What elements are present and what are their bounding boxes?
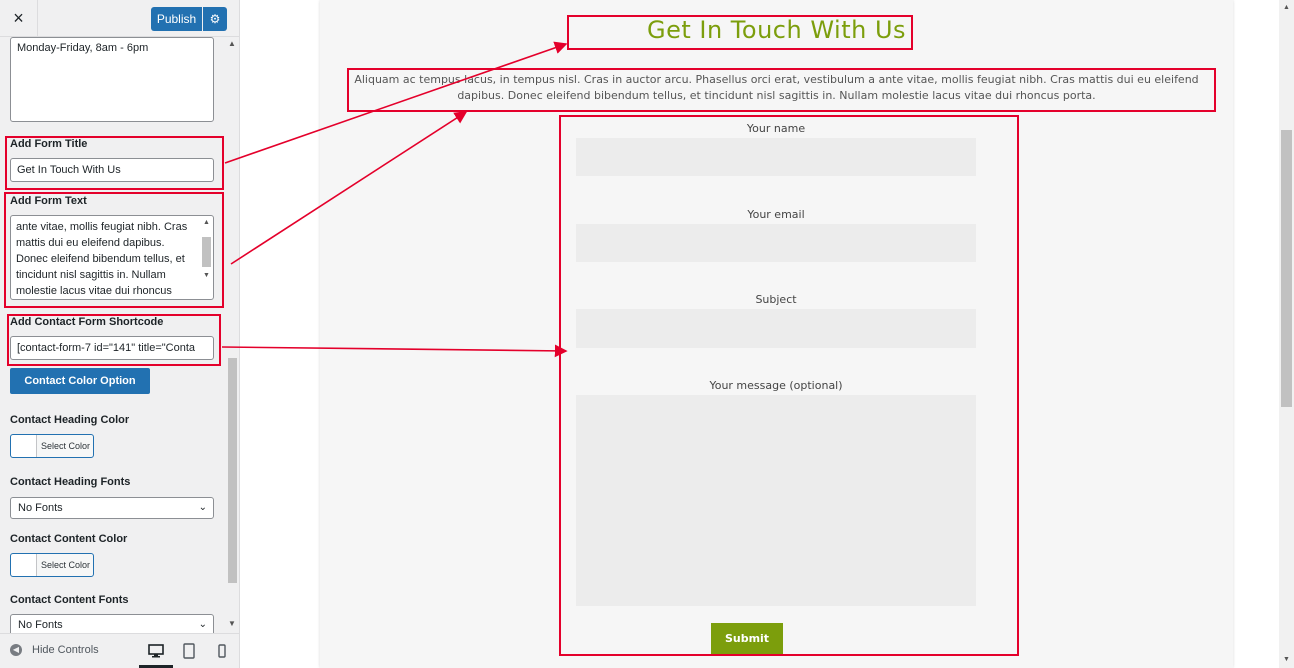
customizer-sidebar: × Publish ⚙ Add Form Title Add Form Text…: [0, 0, 240, 668]
scrollbar-thumb[interactable]: [1281, 130, 1292, 407]
chevron-up-icon[interactable]: ▲: [226, 38, 238, 50]
color-swatch: [11, 435, 37, 457]
heading-fonts-value: No Fonts: [18, 502, 63, 514]
close-icon[interactable]: ×: [0, 0, 38, 37]
hide-controls-button[interactable]: Hide Controls: [32, 644, 99, 656]
content-fonts-value: No Fonts: [18, 619, 63, 631]
hide-controls-icon[interactable]: ◀: [10, 644, 22, 656]
annotation-box: [4, 192, 224, 308]
chevron-down-icon[interactable]: ▼: [1279, 654, 1294, 666]
heading-fonts-label: Contact Heading Fonts: [10, 476, 131, 488]
annotation-box: [347, 68, 1216, 112]
select-color-label: Select Color: [41, 560, 91, 570]
content-color-picker[interactable]: Select Color: [10, 553, 94, 577]
annotation-box: [559, 115, 1019, 656]
chevron-down-icon: ⌄: [198, 619, 207, 630]
annotation-box: [5, 136, 224, 190]
scrollbar-thumb[interactable]: [228, 358, 237, 583]
desktop-icon[interactable]: [148, 643, 164, 659]
chevron-down-icon: ⌄: [198, 502, 207, 513]
content-fonts-label: Contact Content Fonts: [10, 594, 129, 606]
preview-scrollbar[interactable]: ▲ ▼: [1279, 0, 1294, 668]
contact-color-option-button[interactable]: Contact Color Option: [10, 368, 150, 394]
heading-color-label: Contact Heading Color: [10, 414, 130, 426]
sidebar-scrollbar[interactable]: ▲ ▼: [226, 38, 238, 630]
publish-button[interactable]: Publish: [151, 7, 202, 31]
chevron-down-icon[interactable]: ▼: [226, 618, 238, 630]
business-hours-textarea[interactable]: [10, 37, 214, 122]
annotation-box: [7, 314, 221, 366]
annotation-box: [567, 15, 913, 50]
chevron-up-icon[interactable]: ▲: [1279, 2, 1294, 14]
heading-fonts-select[interactable]: No Fonts ⌄: [10, 497, 214, 519]
customizer-footer: ◀ Hide Controls: [0, 633, 239, 668]
gear-icon[interactable]: ⚙: [203, 7, 227, 31]
mobile-icon[interactable]: [214, 643, 230, 659]
content-color-label: Contact Content Color: [10, 533, 128, 545]
select-color-label: Select Color: [41, 441, 91, 451]
color-swatch: [11, 554, 37, 576]
heading-color-picker[interactable]: Select Color: [10, 434, 94, 458]
tablet-icon[interactable]: [181, 643, 197, 659]
customizer-topbar: × Publish ⚙: [0, 0, 239, 37]
